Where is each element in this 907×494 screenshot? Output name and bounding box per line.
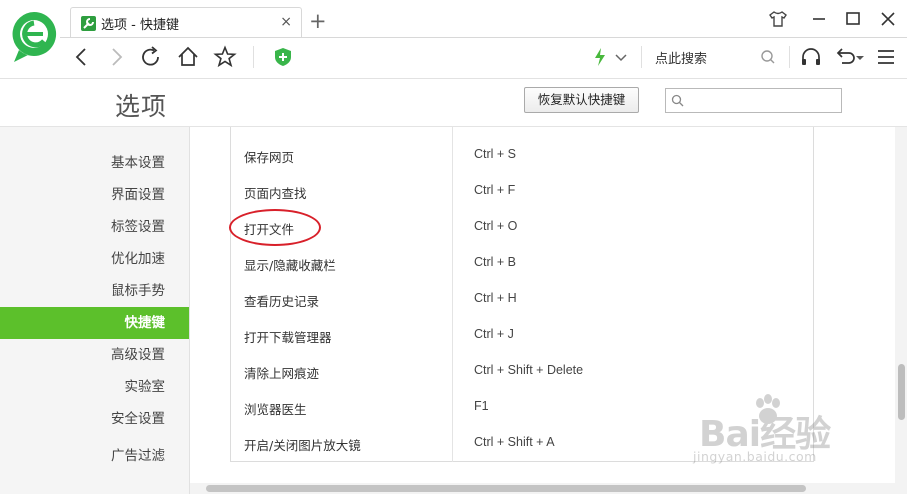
vertical-scrollbar[interactable] [895, 127, 907, 494]
shortcut-key[interactable]: Ctrl + B [474, 255, 516, 269]
horizontal-scrollbar[interactable] [190, 483, 895, 494]
sidebar-item-advanced[interactable]: 高级设置 [0, 339, 189, 371]
maximize-icon[interactable] [843, 9, 863, 29]
shortcut-name: 开启/关闭图片放大镜 [244, 438, 361, 453]
sidebar-item-tabs[interactable]: 标签设置 [0, 211, 189, 243]
restore-default-shortcuts-button[interactable]: 恢复默认快捷键 [524, 87, 639, 113]
watermark-url: jingyan.baidu.com [693, 449, 817, 464]
shield-plus-icon[interactable] [271, 44, 295, 70]
shortcut-key[interactable]: Ctrl + H [474, 291, 517, 305]
sidebar-item-basic[interactable]: 基本设置 [0, 147, 189, 179]
forward-icon[interactable] [104, 44, 128, 70]
shortcut-name: 显示/隐藏收藏栏 [244, 258, 336, 273]
undo-dropdown-icon[interactable] [853, 44, 867, 70]
toolbar-separator [253, 46, 254, 68]
shortcut-key[interactable]: Ctrl + Shift + A [474, 435, 555, 449]
shortcut-key[interactable]: Ctrl + J [474, 327, 514, 341]
lightning-icon[interactable] [593, 47, 607, 67]
shortcut-key[interactable]: Ctrl + F [474, 183, 515, 197]
toolbar-separator [641, 46, 642, 68]
new-tab-button[interactable]: + [309, 9, 327, 33]
browser-logo-icon[interactable] [10, 10, 58, 64]
sidebar-item-security[interactable]: 安全设置 [0, 403, 189, 435]
settings-sidebar: 基本设置 界面设置 标签设置 优化加速 鼠标手势 快捷键 高级设置 实验室 安全… [0, 127, 190, 494]
wrench-icon [81, 16, 96, 31]
shortcut-key[interactable]: Ctrl + Shift + Delete [474, 363, 583, 377]
home-icon[interactable] [176, 44, 200, 70]
shortcut-name: 查看历史记录 [244, 294, 320, 309]
sidebar-item-gestures[interactable]: 鼠标手势 [0, 275, 189, 307]
skin-shirt-icon[interactable] [768, 9, 788, 29]
toolbar-separator [789, 46, 790, 68]
tab-options-shortcuts[interactable]: 选项 - 快捷键 × [70, 7, 302, 38]
back-icon[interactable] [70, 44, 94, 70]
search-icon[interactable] [758, 44, 778, 70]
shortcut-name: 浏览器医生 [244, 402, 307, 417]
shortcut-name: 清除上网痕迹 [244, 366, 320, 381]
close-window-icon[interactable] [878, 9, 898, 29]
settings-search-input[interactable] [688, 89, 838, 111]
chevron-down-icon[interactable] [612, 44, 630, 70]
shortcut-key[interactable]: F1 [474, 399, 489, 413]
search-icon [671, 94, 684, 107]
highlight-ellipse [229, 209, 321, 246]
page-title: 选项 [115, 92, 168, 121]
browser-chrome: 选项 - 快捷键 × + 点此搜索 [0, 0, 907, 79]
minimize-icon[interactable] [809, 9, 829, 29]
shortcut-key[interactable]: Ctrl + S [474, 147, 516, 161]
sidebar-item-interface[interactable]: 界面设置 [0, 179, 189, 211]
refresh-icon[interactable] [139, 44, 163, 70]
shortcut-name: 打开下载管理器 [244, 330, 332, 345]
shortcut-name: 保存网页 [244, 150, 295, 165]
address-search-placeholder[interactable]: 点此搜索 [655, 48, 707, 67]
sidebar-item-optimize[interactable]: 优化加速 [0, 243, 189, 275]
tab-close-icon[interactable]: × [280, 13, 292, 31]
baidu-jingyan-watermark: Bai经验 jingyan.baidu.com [693, 393, 863, 473]
sidebar-item-adblock[interactable]: 广告过滤 [0, 440, 189, 472]
horizontal-scrollbar-thumb[interactable] [206, 485, 806, 492]
shortcut-name: 页面内查找 [244, 186, 307, 201]
shortcut-key[interactable]: Ctrl + O [474, 219, 517, 233]
table-column-divider [452, 127, 453, 462]
sidebar-item-lab[interactable]: 实验室 [0, 371, 189, 403]
tabstrip-divider [60, 37, 907, 38]
sidebar-item-shortcuts[interactable]: 快捷键 [0, 307, 189, 339]
favorite-star-icon[interactable] [213, 44, 237, 70]
headphones-icon[interactable] [799, 44, 823, 70]
tab-title: 选项 - 快捷键 [101, 18, 179, 33]
settings-search-box[interactable] [665, 88, 842, 113]
menu-icon[interactable] [874, 44, 898, 70]
vertical-scrollbar-thumb[interactable] [898, 364, 905, 420]
